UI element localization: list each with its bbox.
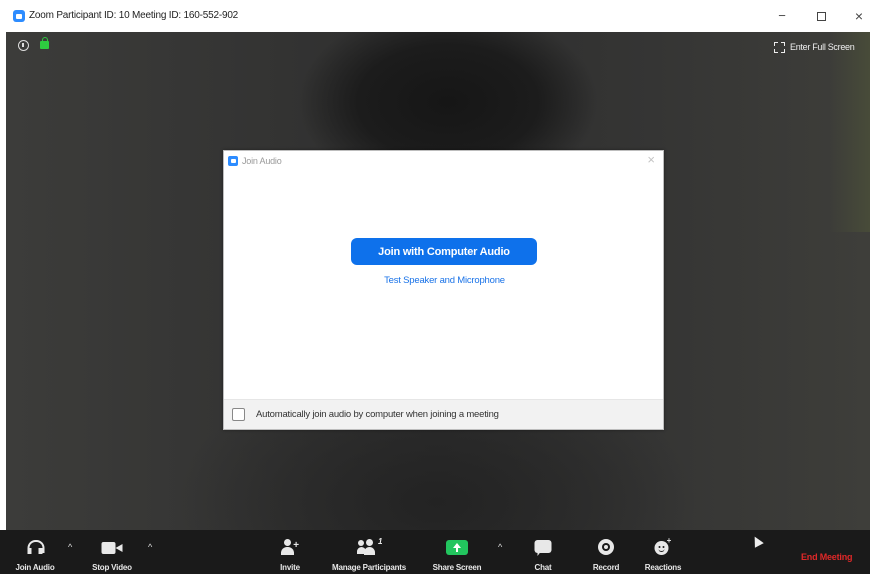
video-options-caret[interactable]: ^: [148, 542, 152, 552]
share-screen-button[interactable]: Share Screen: [427, 530, 487, 574]
share-options-caret[interactable]: ^: [498, 542, 502, 552]
manage-participants-label: Manage Participants: [331, 563, 407, 572]
record-button[interactable]: Record: [586, 530, 626, 574]
record-label: Record: [592, 563, 620, 572]
test-speaker-and-microphone-link[interactable]: Test Speaker and Microphone: [224, 275, 665, 286]
participants-icon: 1: [357, 537, 383, 555]
minimize-button[interactable]: −: [770, 6, 794, 26]
join-audio-button[interactable]: Join Audio: [12, 530, 58, 574]
lock-icon[interactable]: [40, 37, 49, 49]
video-background-light: [830, 32, 870, 232]
stop-video-label: Stop Video: [92, 563, 132, 572]
headphone-icon: [27, 540, 45, 555]
join-audio-label: Join Audio: [15, 563, 55, 572]
fullscreen-icon: [774, 41, 785, 53]
close-window-button[interactable]: ×: [847, 6, 870, 26]
reactions-button[interactable]: + Reactions: [640, 530, 686, 574]
chat-button[interactable]: Chat: [527, 530, 559, 574]
enter-full-screen-button[interactable]: Enter Full Screen: [774, 40, 855, 54]
chat-bubble-icon: [534, 540, 552, 556]
info-icon[interactable]: [18, 40, 29, 51]
dialog-title: Join Audio: [242, 156, 282, 166]
dialog-footer: Automatically join audio by computer whe…: [224, 399, 663, 429]
reactions-icon: +: [654, 536, 672, 555]
share-screen-icon: [446, 540, 468, 555]
enter-full-screen-label: Enter Full Screen: [790, 42, 855, 52]
window-title: Zoom Participant ID: 10 Meeting ID: 160-…: [29, 10, 239, 21]
end-meeting-button[interactable]: End Meeting: [801, 552, 853, 562]
zoom-logo-icon: [228, 156, 238, 166]
participant-count: 1: [378, 537, 383, 546]
auto-join-audio-checkbox[interactable]: [232, 408, 245, 421]
meeting-toolbar: Join Audio ^ Stop Video ^ + Invite 1 Man…: [0, 530, 870, 574]
auto-join-audio-label[interactable]: Automatically join audio by computer whe…: [256, 409, 499, 420]
maximize-icon: [816, 12, 826, 22]
join-with-computer-audio-button[interactable]: Join with Computer Audio: [351, 238, 537, 265]
audio-options-caret[interactable]: ^: [68, 542, 72, 552]
invite-label: Invite: [280, 563, 300, 572]
add-person-icon: +: [281, 539, 299, 555]
window-titlebar: Zoom Participant ID: 10 Meeting ID: 160-…: [0, 0, 870, 32]
share-screen-label: Share Screen: [432, 563, 482, 572]
dialog-close-button[interactable]: ×: [647, 153, 655, 167]
chat-label: Chat: [534, 563, 552, 572]
reactions-label: Reactions: [644, 563, 682, 572]
manage-participants-button[interactable]: 1 Manage Participants: [322, 530, 416, 574]
invite-button[interactable]: + Invite: [272, 530, 308, 574]
mouse-cursor-icon: [750, 534, 764, 548]
record-icon: [598, 539, 614, 555]
stop-video-button[interactable]: Stop Video: [86, 530, 138, 574]
zoom-logo-icon: [13, 10, 25, 22]
join-audio-dialog: Join Audio × Join with Computer Audio Te…: [223, 150, 664, 430]
video-camera-icon: [101, 542, 123, 554]
maximize-button[interactable]: [809, 6, 833, 26]
